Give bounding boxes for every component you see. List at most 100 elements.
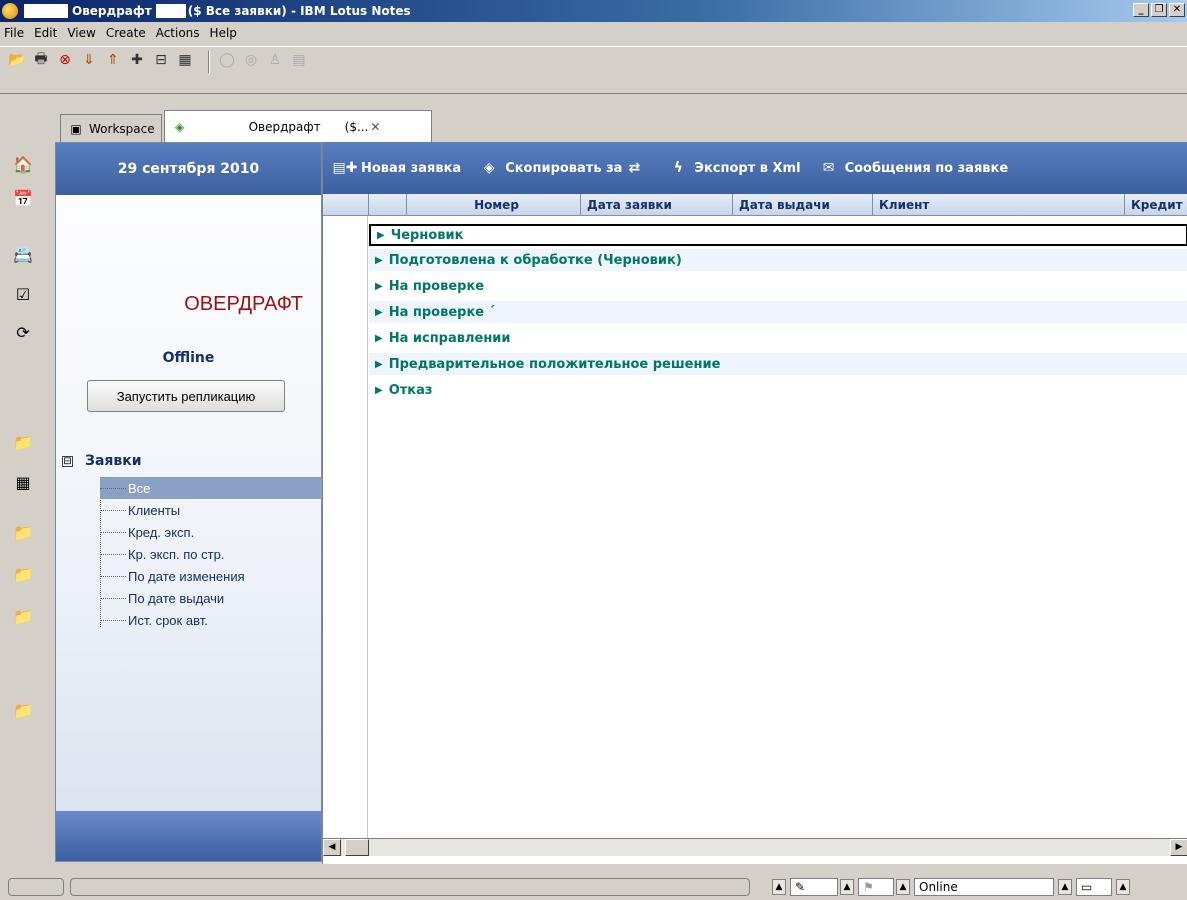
horizontal-scrollbar[interactable]: ◀ ▶ (323, 838, 1187, 856)
replicator-icon[interactable]: ⟳ (10, 320, 36, 344)
scroll-left-button[interactable]: ◀ (323, 839, 341, 856)
app-title: ОВЕРДРАФТ (184, 293, 303, 315)
expand-triangle-icon[interactable]: ▶ (375, 333, 383, 344)
stop-icon[interactable]: ⊗ (56, 51, 74, 69)
minimize-button[interactable]: _ (1133, 3, 1149, 17)
calendar-icon[interactable]: 📅 (10, 186, 36, 210)
discussion-icon[interactable]: ◎ (242, 51, 260, 69)
column-header-number[interactable]: Номер (407, 194, 581, 216)
mail-status-icon[interactable]: ⚑ (858, 878, 894, 896)
tree-item-credit-exp[interactable]: Кред. эксп. (100, 521, 322, 543)
copy-request-button[interactable]: ◈ Скопировать за ⇄ (479, 158, 650, 178)
column-header-request-date[interactable]: Дата заявки (581, 194, 733, 216)
menu-actions[interactable]: Actions (156, 26, 200, 40)
home-icon[interactable]: 🏠 (10, 152, 36, 176)
tree-connector (100, 531, 126, 533)
scroll-right-button[interactable]: ▶ (1170, 839, 1187, 856)
tree-connector (100, 553, 126, 555)
window-title-main: Овердрафт (72, 4, 152, 18)
collapse-icon[interactable]: ⊟ (152, 51, 170, 69)
category-row[interactable]: ▶ На проверке ´ (369, 301, 1187, 323)
status-dropdown-arrow-icon[interactable]: ▲ (1116, 879, 1130, 895)
chat-icon[interactable]: ◯ (218, 51, 236, 69)
collapse-toggle-icon[interactable]: ⊟ (62, 455, 73, 467)
request-messages-label: Сообщения по заявке (844, 160, 1009, 176)
request-messages-button[interactable]: ✉ Сообщения по заявке (819, 158, 1009, 178)
open-folder-icon[interactable]: 📂 (8, 51, 26, 69)
column-header-credit[interactable]: Кредит (1125, 194, 1187, 216)
status-message-area (70, 878, 750, 896)
category-row[interactable]: ▶ Подготовлена к обработке (Черновик) (369, 249, 1187, 271)
redacted-text-block (155, 4, 186, 18)
tree-item-credit-exp-by-branch[interactable]: Кр. эксп. по стр. (100, 543, 322, 565)
tab-workspace[interactable]: ▣ Workspace (60, 114, 162, 142)
expand-triangle-icon[interactable]: ▶ (375, 307, 383, 318)
inbox-icon[interactable]: ▭ (1076, 878, 1112, 896)
status-indicator[interactable] (8, 878, 64, 896)
export-xml-button[interactable]: ϟ Экспорт в Xml (668, 158, 801, 178)
tree-item-by-change-date[interactable]: По дате изменения (100, 565, 322, 587)
tree-item-all[interactable]: Все (100, 477, 322, 499)
category-row[interactable]: ▶ На исправлении (369, 327, 1187, 349)
view-options-icon[interactable]: ▦ (176, 51, 194, 69)
column-header-issue-date[interactable]: Дата выдачи (733, 194, 873, 216)
tree-item-expiry[interactable]: Ист. срок авт. (100, 609, 322, 631)
navigate-down-icon[interactable]: ⇓ (80, 51, 98, 69)
menu-view[interactable]: View (67, 26, 95, 40)
copy-icon: ◈ (483, 160, 495, 176)
tree-item-by-issue-date[interactable]: По дате выдачи (100, 587, 322, 609)
tab-close-icon[interactable]: ✕ (370, 120, 380, 134)
folder-icon[interactable]: 📁 (10, 520, 36, 544)
copy-request-label: Скопировать за (505, 160, 623, 176)
menu-edit[interactable]: Edit (34, 26, 57, 40)
applications-folder-icon[interactable]: 📁 (10, 562, 36, 586)
expand-icon[interactable]: ✚ (128, 51, 146, 69)
start-replication-button[interactable]: Запустить репликацию (87, 380, 285, 412)
todo-icon[interactable]: ☑ (10, 282, 36, 306)
expand-triangle-icon[interactable]: ▶ (375, 385, 383, 396)
maximize-button[interactable]: ❐ (1151, 3, 1167, 17)
new-request-label: Новая заявка (361, 160, 462, 176)
tab-overdraft[interactable]: ◈ Овердрафт ($... ✕ (163, 110, 432, 142)
category-label: Отказ (388, 382, 433, 398)
column-header-gutter (323, 194, 369, 216)
new-request-button[interactable]: ▤✚ Новая заявка (333, 158, 462, 178)
category-label: Черновик (390, 227, 464, 243)
bookmarks-folder-icon[interactable]: 📁 (10, 430, 36, 454)
workspace-icon: ▣ (70, 121, 82, 136)
column-header-client[interactable]: Клиент (873, 194, 1125, 216)
status-dropdown-arrow-icon[interactable]: ▲ (896, 879, 910, 895)
expand-triangle-icon[interactable]: ▶ (375, 255, 383, 266)
contacts-icon[interactable]: 📇 (10, 242, 36, 266)
expand-triangle-icon[interactable]: ▶ (375, 359, 383, 370)
category-row[interactable]: ▶ Предварительное положительное решение (369, 353, 1187, 375)
category-row[interactable]: ▶ Черновик (369, 224, 1187, 246)
database-icon: ◈ (174, 119, 185, 134)
menu-file[interactable]: File (4, 26, 24, 40)
internet-folder-icon[interactable]: 📁 (10, 604, 36, 628)
scroll-thumb[interactable] (345, 839, 369, 856)
location-dropdown-arrow-icon[interactable]: ▲ (1058, 879, 1072, 895)
databases-icon[interactable]: ▦ (10, 470, 36, 494)
person-icon[interactable]: ♙ (266, 51, 284, 69)
status-dropdown-arrow-icon[interactable]: ▲ (772, 879, 786, 895)
category-row[interactable]: ▶ На проверке (369, 275, 1187, 297)
tree-item-label: По дате выдачи (128, 590, 225, 606)
tree-root-requests[interactable]: ⊟ Заявки (62, 453, 142, 469)
location-field[interactable]: Online (914, 878, 1054, 896)
expand-triangle-icon[interactable]: ▶ (377, 230, 385, 241)
pencil-icon[interactable]: ✎ (790, 878, 838, 896)
menu-help[interactable]: Help (210, 26, 237, 40)
navigate-up-icon[interactable]: ⇑ (104, 51, 122, 69)
tree-connector (100, 487, 126, 489)
tree-item-clients[interactable]: Клиенты (100, 499, 322, 521)
document-icon[interactable]: ▤ (290, 51, 308, 69)
close-button[interactable]: ✕ (1169, 3, 1185, 17)
status-dropdown-arrow-icon[interactable]: ▲ (840, 879, 854, 895)
expand-triangle-icon[interactable]: ▶ (375, 281, 383, 292)
more-bookmarks-folder-icon[interactable]: 📁 (10, 698, 36, 722)
toolbar-separator (208, 51, 210, 73)
menu-create[interactable]: Create (106, 26, 146, 40)
print-icon[interactable]: 🖶 (32, 51, 50, 69)
category-row[interactable]: ▶ Отказ (369, 379, 1187, 401)
